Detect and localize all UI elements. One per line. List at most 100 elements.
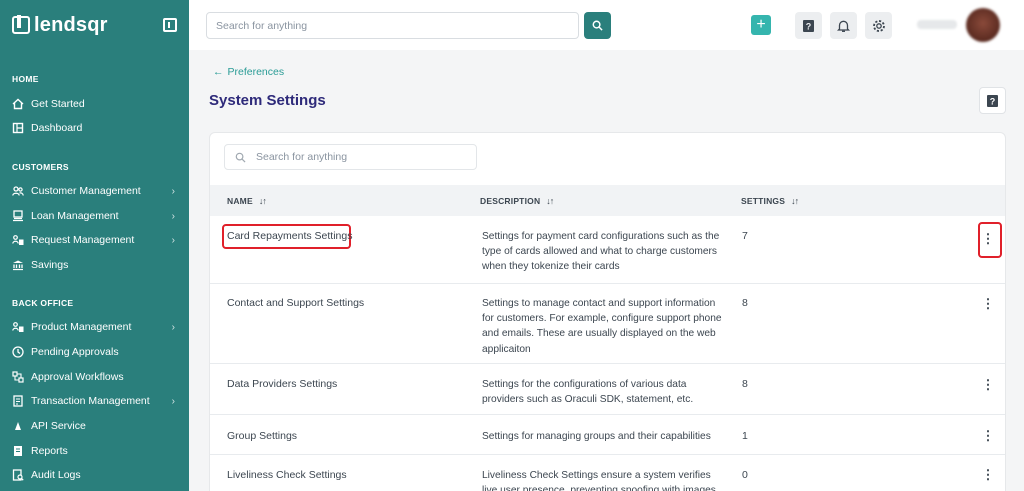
settings-button[interactable] — [865, 12, 892, 39]
table-row[interactable]: Data Providers Settings Settings for the… — [210, 364, 1005, 415]
setting-description: Settings to manage contact and support i… — [482, 298, 722, 355]
setting-count: 0 — [742, 469, 748, 481]
column-header-label: DESCRIPTION — [480, 196, 541, 206]
audit-icon — [12, 469, 24, 481]
setting-name[interactable]: Group Settings — [227, 430, 297, 442]
sidebar-item-label: Transaction Management — [31, 395, 150, 407]
collapse-sidebar-icon[interactable] — [163, 18, 177, 32]
page-help-button[interactable]: ? — [979, 87, 1006, 114]
table-row[interactable]: Group Settings Settings for managing gro… — [210, 415, 1005, 455]
chevron-right-icon: › — [171, 210, 175, 222]
global-search-input[interactable]: Search for anything — [206, 12, 579, 39]
sidebar-item-dashboard[interactable]: Dashboard — [12, 118, 177, 138]
table-search-placeholder: Search for anything — [256, 151, 348, 163]
setting-description: Settings for the configurations of vario… — [482, 379, 694, 406]
help-docs-button[interactable]: ? — [795, 12, 822, 39]
table-search-input[interactable]: Search for anything — [224, 144, 477, 170]
sidebar-item-api-service[interactable]: API Service — [12, 416, 177, 436]
setting-description: Liveliness Check Settings ensure a syste… — [482, 470, 716, 491]
setting-name[interactable]: Card Repayments Settings — [227, 230, 352, 242]
help-book-icon: ? — [987, 94, 998, 107]
section-title-home: HOME — [12, 74, 39, 84]
sidebar-item-product-management[interactable]: Product Management › — [12, 317, 177, 337]
plus-icon: + — [756, 16, 766, 33]
search-icon — [592, 20, 603, 31]
users-icon — [12, 185, 24, 197]
sidebar-item-reports[interactable]: Reports — [12, 441, 177, 461]
back-to-preferences-link[interactable]: ← Preferences — [213, 66, 284, 78]
table-row[interactable]: Liveliness Check Settings Liveliness Che… — [210, 455, 1005, 491]
help-book-icon: ? — [803, 19, 814, 32]
sidebar-item-label: Savings — [31, 259, 69, 271]
sidebar-item-audit-logs[interactable]: Audit Logs — [12, 465, 177, 485]
sidebar-item-label: Pending Approvals — [31, 346, 119, 358]
setting-name[interactable]: Liveliness Check Settings — [227, 469, 347, 481]
more-vertical-icon: ⋮ — [981, 296, 995, 311]
setting-description: Settings for managing groups and their c… — [482, 431, 711, 442]
sidebar-item-label: Get Started — [31, 98, 85, 110]
column-header-description[interactable]: DESCRIPTION ↓↑ — [480, 196, 554, 206]
setting-name[interactable]: Data Providers Settings — [227, 378, 337, 390]
sidebar-item-transaction-management[interactable]: Transaction Management › — [12, 391, 177, 411]
more-vertical-icon: ⋮ — [981, 377, 995, 392]
home-icon — [12, 98, 24, 110]
sort-icon[interactable]: ↓↑ — [791, 196, 799, 206]
clock-icon — [12, 346, 24, 358]
sidebar: lendsqr HOME Get Started Dashboard CUSTO… — [0, 0, 189, 491]
sidebar-item-label: Product Management — [31, 321, 132, 333]
setting-count: 1 — [742, 430, 748, 442]
sidebar-item-get-started[interactable]: Get Started — [12, 94, 177, 114]
brand-logo[interactable]: lendsqr — [12, 14, 108, 37]
settings-table-card: Search for anything NAME ↓↑ DESCRIPTION … — [209, 132, 1006, 491]
svg-text:?: ? — [990, 96, 996, 106]
row-actions-button[interactable]: ⋮ — [981, 466, 995, 484]
sidebar-item-request-management[interactable]: Request Management › — [12, 230, 177, 250]
sidebar-item-pending-approvals[interactable]: Pending Approvals — [12, 342, 177, 362]
sidebar-item-savings[interactable]: Savings — [12, 255, 177, 275]
gear-icon — [872, 19, 885, 32]
savings-icon — [12, 259, 24, 271]
request-icon — [12, 234, 24, 246]
loan-icon — [12, 210, 24, 222]
column-header-label: NAME — [227, 196, 253, 206]
chevron-right-icon: › — [171, 185, 175, 197]
table-row[interactable]: Contact and Support Settings Settings to… — [210, 284, 1005, 364]
chevron-right-icon: › — [171, 395, 175, 407]
sort-icon[interactable]: ↓↑ — [546, 196, 554, 206]
more-vertical-icon: ⋮ — [981, 231, 995, 246]
sidebar-item-label: Loan Management — [31, 210, 119, 222]
global-search-button[interactable] — [584, 12, 611, 39]
column-header-settings[interactable]: SETTINGS ↓↑ — [741, 196, 799, 206]
arrow-left-icon: ← — [213, 66, 224, 78]
sidebar-item-label: Dashboard — [31, 122, 83, 134]
column-header-name[interactable]: NAME ↓↑ — [227, 196, 267, 206]
setting-name[interactable]: Contact and Support Settings — [227, 297, 364, 309]
dashboard-icon — [12, 122, 24, 134]
setting-description: Settings for payment card configurations… — [482, 231, 720, 273]
add-button[interactable]: + — [751, 15, 771, 35]
api-icon — [12, 420, 24, 432]
avatar[interactable] — [966, 8, 1000, 42]
row-actions-button[interactable]: ⋮ — [981, 295, 995, 313]
sidebar-item-customer-management[interactable]: Customer Management › — [12, 181, 177, 201]
sidebar-item-label: Customer Management — [31, 185, 141, 197]
sort-icon[interactable]: ↓↑ — [259, 196, 267, 206]
row-actions-button[interactable]: ⋮ — [981, 427, 995, 445]
chevron-right-icon: › — [171, 321, 175, 333]
topbar: Search for anything + ? — [189, 0, 1024, 50]
notifications-button[interactable] — [830, 12, 857, 39]
row-actions-button[interactable]: ⋮ — [981, 230, 995, 248]
sidebar-item-loan-management[interactable]: Loan Management › — [12, 206, 177, 226]
workflow-icon — [12, 371, 24, 383]
row-actions-button[interactable]: ⋮ — [981, 376, 995, 394]
transaction-icon — [12, 395, 24, 407]
more-vertical-icon: ⋮ — [981, 467, 995, 482]
user-name-redacted[interactable] — [917, 20, 957, 29]
section-title-back-office: BACK OFFICE — [12, 298, 74, 308]
sidebar-item-approval-workflows[interactable]: Approval Workflows — [12, 367, 177, 387]
page-title: System Settings — [209, 92, 326, 109]
column-header-label: SETTINGS — [741, 196, 786, 206]
table-row[interactable]: Card Repayments Settings Settings for pa… — [210, 216, 1005, 284]
brand-name: lendsqr — [34, 13, 108, 36]
setting-count: 8 — [742, 297, 748, 309]
